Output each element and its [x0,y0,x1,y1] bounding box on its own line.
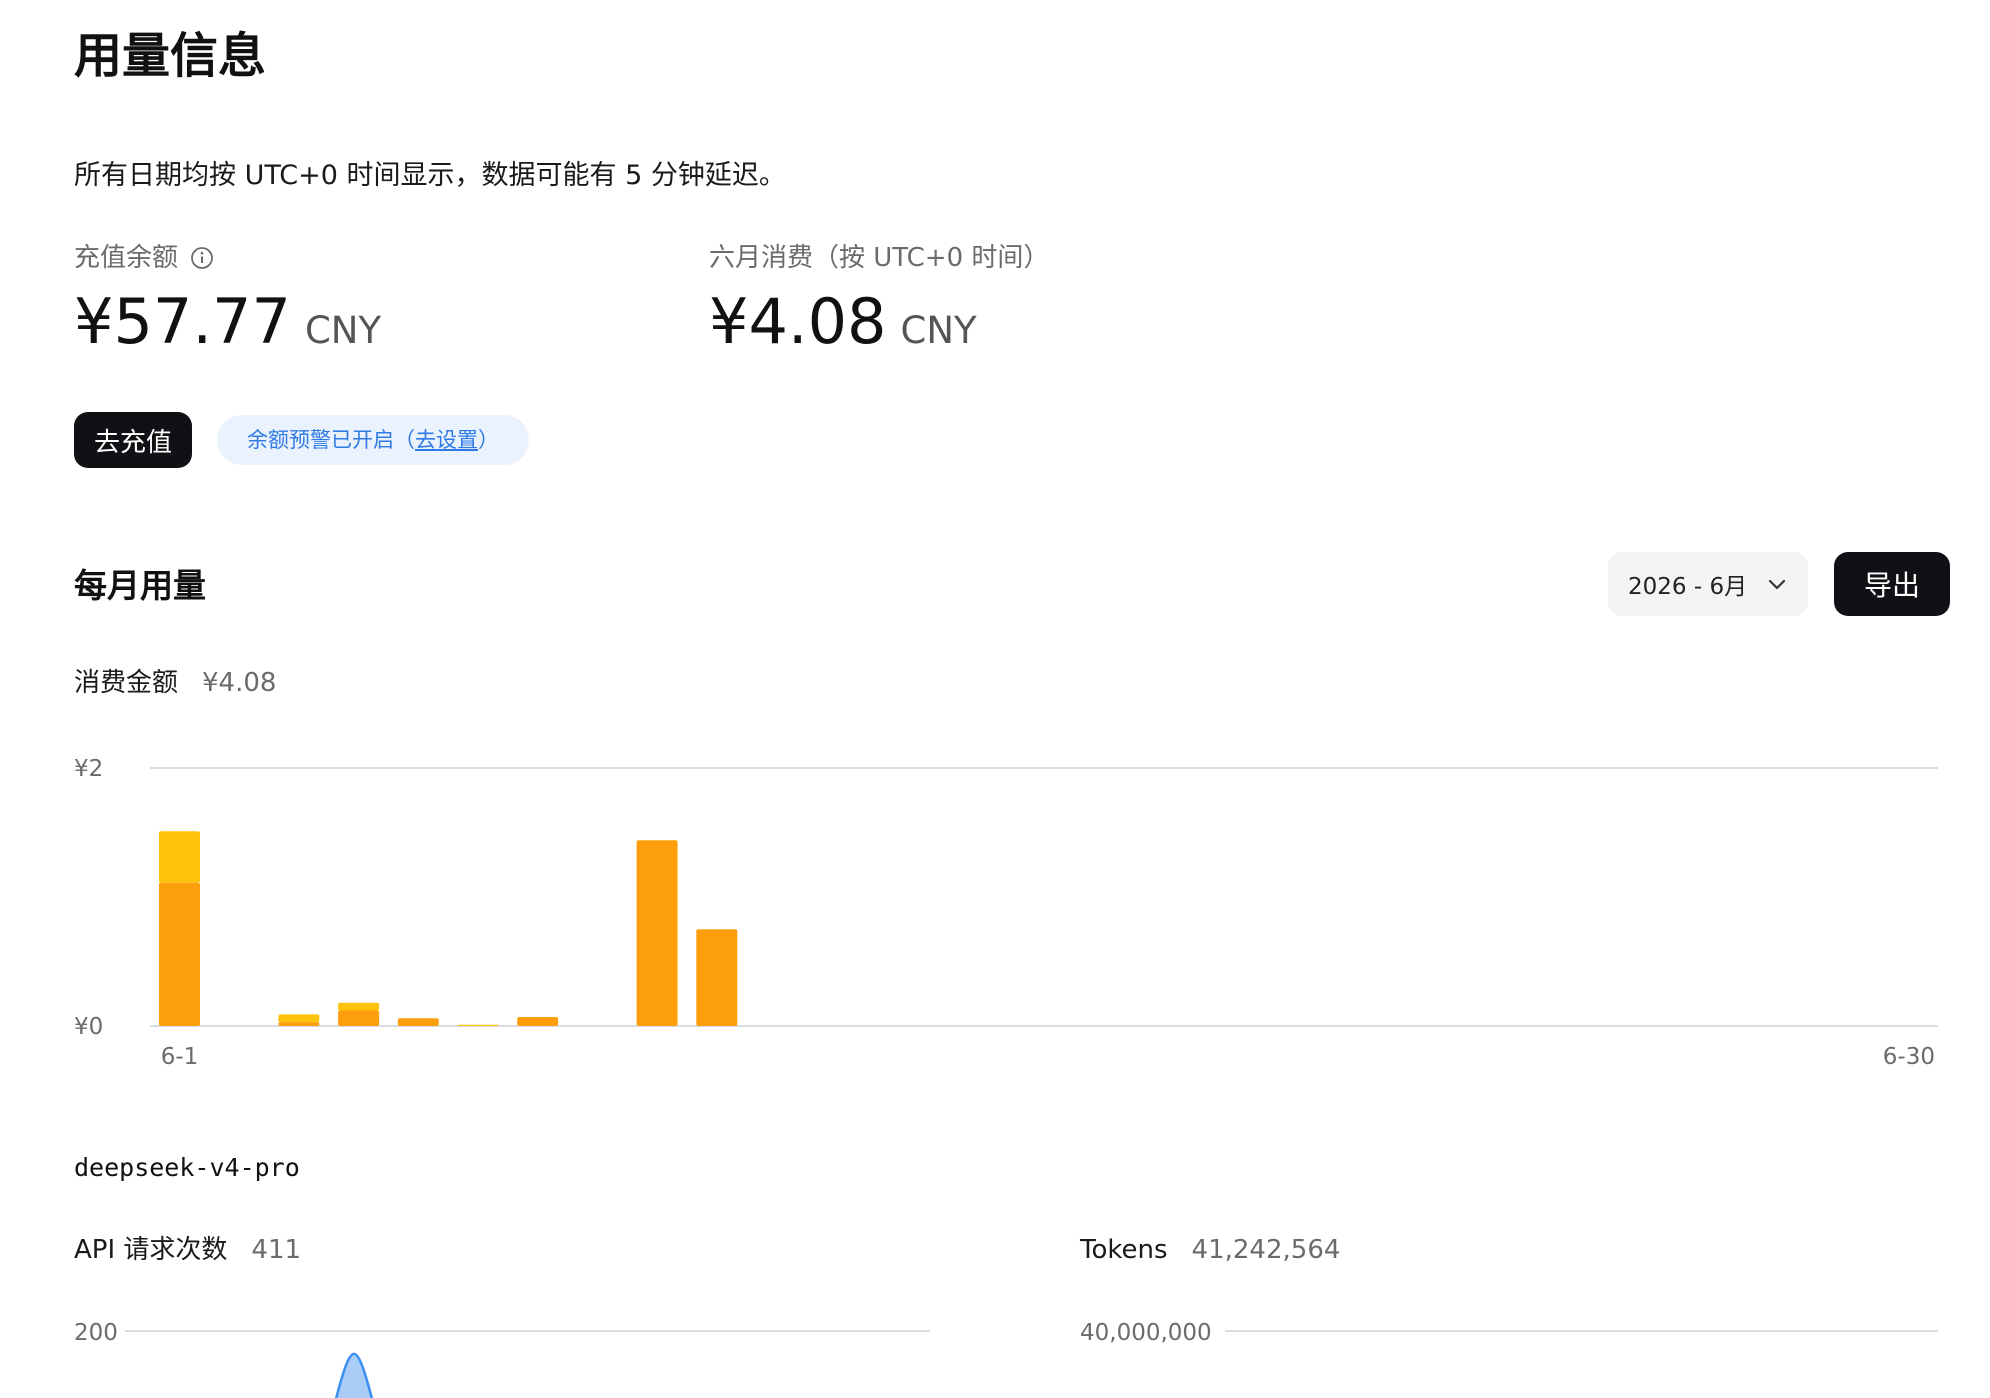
balance-alert-badge: 余额预警已开启（去设置） [217,415,529,465]
bar-6-9-s0[interactable] [636,840,678,1026]
bar-6-1-s1[interactable] [159,831,200,883]
page-title: 用量信息 [74,28,267,84]
spend-bar-chart: ¥0 ¥2 6-1 6-30 [74,756,1938,1070]
month-selector[interactable]: 2026 - 6月 [1608,552,1808,616]
tokens-label: Tokens [1080,1235,1168,1265]
tokens-area-chart: 40,000,000 [1080,1320,1938,1346]
bar-6-1-s0[interactable] [159,882,200,1026]
timezone-notice: 所有日期均按 UTC+0 时间显示，数据可能有 5 分钟延迟。 [74,160,786,191]
bar-6-4-s0[interactable] [338,1010,380,1026]
y-tick-label: ¥2 [74,756,103,782]
bar-6-10-s0[interactable] [696,929,738,1026]
chevron-down-icon [1768,579,1786,590]
tokens-value: 41,242,564 [1191,1235,1341,1265]
balance-card: 充值余额 ¥57.77 CNY [74,240,381,371]
requests-area-peak[interactable] [330,1352,378,1398]
model-name: deepseek-v4-pro [74,1153,300,1182]
monthly-spend-label: 六月消费（按 UTC+0 时间） [709,243,1050,273]
info-icon[interactable] [190,246,214,270]
x-tick-label-first: 6-1 [161,1044,199,1070]
monthly-spend-amount-row: ¥4.08 CNY [709,282,1049,371]
export-button[interactable]: 导出 [1834,552,1950,616]
bar-6-6-s1[interactable] [457,1024,499,1026]
balance-amount-row: ¥57.77 CNY [74,282,381,371]
tokens-summary: Tokens 41,242,564 [1080,1232,1340,1268]
monthly-spend-unit: CNY [900,309,977,352]
requests-y-tick-label: 200 [74,1320,118,1346]
requests-area-chart: 200 [74,1320,930,1398]
recharge-button[interactable]: 去充值 [74,412,192,468]
bar-6-5-s0[interactable] [397,1018,439,1026]
y-tick-label: ¥0 [74,1014,103,1040]
spend-summary: 消费金额 ¥4.08 [74,665,276,701]
balance-alert-close: ） [478,428,499,452]
bar-6-4-s1[interactable] [338,1002,380,1011]
monthly-spend-card: 六月消费（按 UTC+0 时间） ¥4.08 CNY [709,240,1049,371]
balance-label: 充值余额 [74,243,179,273]
x-tick-label-last: 6-30 [1883,1044,1935,1070]
spend-value: ¥4.08 [202,668,277,698]
bar-6-3-s0[interactable] [278,1022,320,1026]
requests-summary: API 请求次数 411 [74,1232,301,1268]
monthly-usage-title: 每月用量 [74,566,206,605]
monthly-spend-amount: ¥4.08 [709,285,887,358]
alert-settings-link[interactable]: 去设置 [415,428,478,452]
spend-label: 消费金额 [74,668,179,698]
bar-6-3-s1[interactable] [278,1014,320,1023]
tokens-y-tick-label: 40,000,000 [1080,1320,1212,1346]
bar-6-7-s0[interactable] [517,1016,559,1026]
requests-label: API 请求次数 [74,1235,228,1265]
balance-unit: CNY [304,309,382,352]
balance-label-row: 充值余额 [74,240,381,276]
requests-value: 411 [251,1235,302,1265]
balance-alert-text: 余额预警已开启（ [247,428,415,452]
month-selector-value: 2026 - 6月 [1628,574,1748,600]
balance-amount: ¥57.77 [74,285,291,358]
